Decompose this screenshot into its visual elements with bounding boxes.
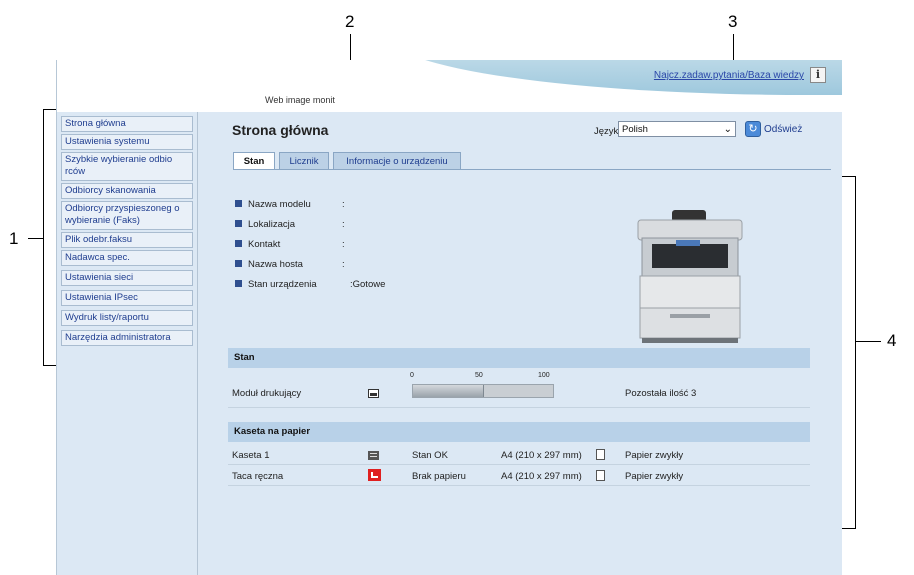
language-value: Polish (622, 124, 648, 135)
scale-50: 50 (475, 372, 483, 379)
info-value: : (342, 199, 345, 210)
refresh-icon[interactable]: ↻ (745, 121, 761, 137)
info-label: Nazwa hosta (248, 259, 303, 270)
main-content: Strona główna Język Polish ⌄ ↻ Odśwież S… (198, 112, 842, 575)
bullet-icon (235, 200, 242, 207)
sidebar-item-system-settings[interactable]: Ustawienia systemu (61, 134, 193, 150)
sidebar-item-home[interactable]: Strona główna (61, 116, 193, 132)
callout-1-line (28, 238, 43, 239)
toner-level-bar (412, 384, 554, 398)
callout-3: 3 (728, 12, 738, 31)
bypass-tray-type: Papier zwykły (625, 471, 684, 482)
language-select[interactable]: Polish ⌄ (618, 121, 736, 137)
info-value: :Gotowe (350, 279, 386, 290)
sidebar-item-address-book[interactable]: Szybkie wybieranie odbio rców (61, 152, 193, 181)
tray-empty-icon (368, 469, 381, 481)
divider (228, 485, 810, 486)
status-section-header: Stan (228, 348, 810, 368)
info-value: : (342, 219, 345, 230)
sidebar-item-print-list-report[interactable]: Wydruk listy/raportu (61, 310, 193, 326)
printer-image (637, 210, 743, 343)
chevron-down-icon: ⌄ (723, 124, 732, 135)
callout-4: 4 (887, 331, 897, 350)
info-location: Lokalizacja : (235, 218, 345, 232)
divider (228, 407, 810, 408)
bypass-tray-name: Taca ręczna (232, 471, 284, 482)
paper-tray-section-header: Kaseta na papier (228, 422, 810, 442)
toner-icon (368, 389, 379, 398)
divider (228, 464, 810, 465)
header: Najcz.zadaw.pytania/Baza wiedzy i Web im… (57, 60, 842, 112)
info-label: Nazwa modelu (248, 199, 311, 210)
tab-bar: Stan Licznik Informacje o urządzeniu (233, 148, 463, 170)
info-label: Kontakt (248, 239, 281, 250)
scale-0: 0 (410, 372, 414, 379)
paper-icon (596, 449, 605, 460)
callout-4-line (855, 341, 881, 342)
sidebar-item-scan-destinations[interactable]: Odbiorcy skanowania (61, 183, 193, 199)
tray-1-size: A4 (210 x 297 mm) (501, 450, 582, 461)
paper-icon (596, 470, 605, 481)
page-title: Strona główna (232, 122, 329, 138)
scale-100: 100 (538, 372, 550, 379)
info-label: Lokalizacja (248, 219, 295, 230)
bullet-icon (235, 280, 242, 287)
callout-2: 2 (345, 12, 355, 31)
bullet-icon (235, 220, 242, 227)
sidebar-item-fax-speed-dial[interactable]: Odbiorcy przyspieszoneg o wybieranie (Fa… (61, 201, 193, 230)
app-title: Web image monit (265, 95, 335, 105)
web-image-monitor-window: Najcz.zadaw.pytania/Baza wiedzy i Web im… (56, 60, 842, 575)
toner-level-fill (413, 385, 484, 397)
sidebar-item-network-settings[interactable]: Ustawienia sieci (61, 270, 193, 286)
info-icon[interactable]: i (810, 67, 826, 83)
faq-knowledge-base-link[interactable]: Najcz.zadaw.pytania/Baza wiedzy (654, 70, 804, 81)
sidebar-item-special-sender[interactable]: Nadawca spec. (61, 250, 193, 266)
refresh-button[interactable]: Odśwież (764, 124, 802, 135)
sidebar-item-received-fax-file[interactable]: Plik odebr.faksu (61, 232, 193, 248)
module-label: Moduł drukujący (232, 388, 302, 399)
tray-ok-icon (368, 451, 379, 460)
callout-4-bracket (855, 176, 856, 529)
language-label: Język (594, 126, 619, 137)
info-model-name: Nazwa modelu : (235, 198, 345, 212)
info-device-status: Stan urządzenia :Gotowe (235, 278, 385, 292)
tab-status[interactable]: Stan (233, 152, 275, 170)
info-host-name: Nazwa hosta : (235, 258, 345, 272)
tray-1-name: Kaseta 1 (232, 450, 270, 461)
sidebar-item-admin-tools[interactable]: Narzędzia administratora (61, 330, 193, 346)
bypass-tray-size: A4 (210 x 297 mm) (501, 471, 582, 482)
info-value: : (342, 239, 345, 250)
tab-counter[interactable]: Licznik (279, 152, 329, 170)
sidebar-item-ipsec-settings[interactable]: Ustawienia IPsec (61, 290, 193, 306)
info-label: Stan urządzenia (248, 279, 317, 290)
tray-1-status: Stan OK (412, 450, 448, 461)
tray-1-type: Papier zwykły (625, 450, 684, 461)
bullet-icon (235, 240, 242, 247)
bypass-tray-status: Brak papieru (412, 471, 466, 482)
sidebar-menu: Strona główna Ustawienia systemu Szybkie… (57, 112, 198, 575)
remaining-amount: Pozostała ilość 3 (625, 388, 697, 399)
tab-device-info[interactable]: Informacje o urządzeniu (333, 152, 461, 170)
callout-1: 1 (9, 229, 19, 248)
bullet-icon (235, 260, 242, 267)
info-contact: Kontakt : (235, 238, 345, 252)
info-value: : (342, 259, 345, 270)
callout-1-bracket (43, 109, 44, 366)
tab-underline (233, 169, 831, 170)
